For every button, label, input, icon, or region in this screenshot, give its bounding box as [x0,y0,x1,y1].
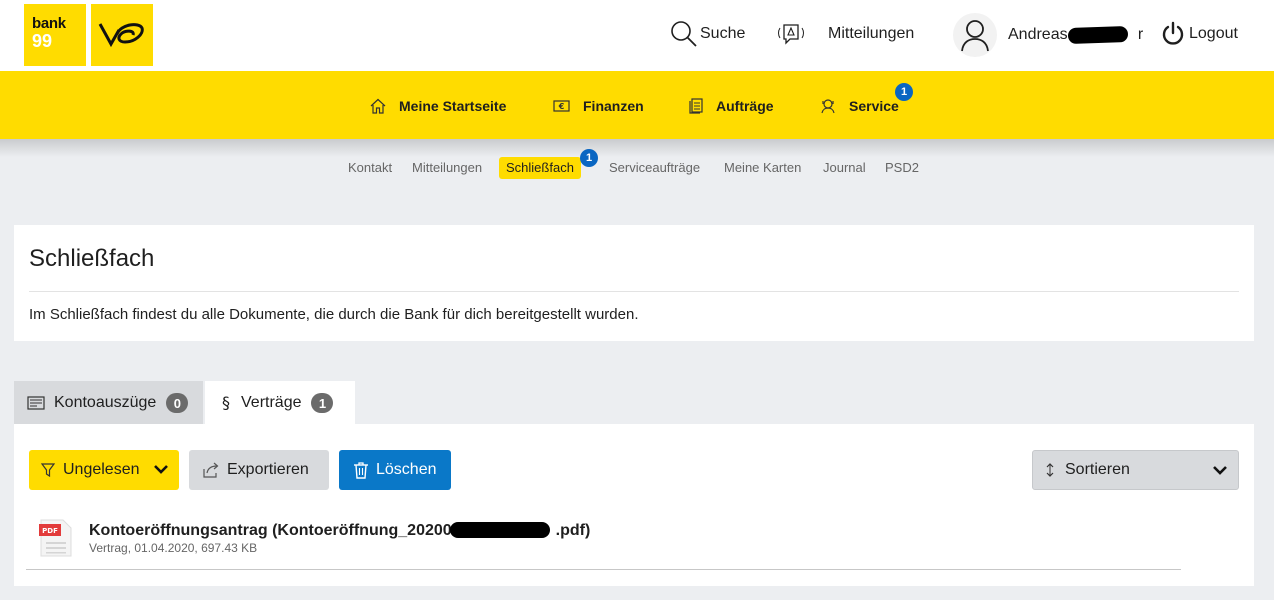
nav-label: Service [849,98,899,114]
bank-logo-text: bank [32,15,66,32]
redaction-mark [450,522,550,538]
filter-label: Ungelesen [63,461,140,478]
messages-button[interactable]: Mitteilungen [776,20,914,48]
nav-item-startseite[interactable]: Meine Startseite [370,95,506,117]
schliessfach-badge: 1 [580,149,598,167]
delete-label: Löschen [376,461,437,478]
user-icon [961,20,989,52]
filter-icon [41,463,55,477]
export-label: Exportieren [227,461,309,478]
home-icon [370,98,386,114]
nav-item-service[interactable]: Service [820,95,899,117]
sort-dropdown[interactable]: Sortieren [1032,450,1239,490]
divider [29,291,1239,292]
tab-label: Verträge [241,394,302,411]
document-title-end: .pdf) [555,522,591,539]
search-button[interactable]: Suche [670,20,745,48]
messages-label: Mitteilungen [828,25,915,42]
sort-label: Sortieren [1065,461,1130,478]
export-button[interactable]: Exportieren [189,450,329,490]
money-icon: € [553,100,570,112]
service-icon [821,99,835,114]
nav-label: Meine Startseite [399,98,507,114]
subnav-item-kontakt[interactable]: Kontakt [348,157,392,179]
trash-icon [354,461,368,479]
export-icon [203,462,219,478]
list-item[interactable]: PDF Kontoeröffnungsantrag (Kontoeröffnun… [26,516,1181,570]
page-description: Im Schließfach findest du alle Dokumente… [29,306,639,323]
logout-label: Logout [1189,25,1238,42]
main-navigation: Meine Startseite € Finanzen Aufträge Ser… [0,71,1274,139]
subnav-item-schliessfach[interactable]: Schließfach [499,157,581,179]
tab-vertraege[interactable]: § Verträge 1 [205,381,355,425]
chevron-down-icon [1213,466,1227,475]
nav-item-finanzen[interactable]: € Finanzen [553,95,644,117]
redaction-mark [1067,25,1129,45]
pdf-icon-label: PDF [42,527,58,535]
sort-icon [1046,463,1054,477]
subnav-item-serviceauftraege[interactable]: Serviceaufträge [609,157,700,179]
nav-label: Finanzen [583,98,644,114]
nav-item-auftraege[interactable]: Aufträge [689,95,774,117]
svg-text:€: € [558,102,565,111]
document-icon [689,98,703,114]
document-title-start: Kontoeröffnungsantrag (Kontoeröffnung_20… [89,522,452,539]
statement-icon [27,396,45,410]
subnav-item-journal[interactable]: Journal [823,157,866,179]
user-name-suffix: r [1137,26,1144,43]
documents-card: Ungelesen Exportieren Löschen Sortieren [14,424,1254,586]
subnav-item-psd2[interactable]: PSD2 [885,157,919,179]
delete-button[interactable]: Löschen [339,450,451,490]
subnav-item-mitteilungen[interactable]: Mitteilungen [412,157,482,179]
post-logo[interactable] [91,4,153,66]
nav-shadow [0,139,1274,157]
document-meta: Vertrag, 01.04.2020, 697.43 KB [89,541,258,555]
page-title: Schließfach [29,245,155,272]
filter-dropdown[interactable]: Ungelesen [29,450,179,490]
service-badge: 1 [895,83,913,101]
search-label: Suche [700,25,746,42]
chevron-down-icon [154,465,168,474]
subnav-item-meine-karten[interactable]: Meine Karten [724,157,801,179]
message-bell-icon [778,24,804,45]
sub-navigation: Kontakt Mitteilungen Schließfach Service… [0,157,1274,179]
user-name: Andreas Gr r [1008,25,1144,45]
power-icon [1162,21,1184,45]
search-icon [671,21,697,47]
bank-logo-number: 99 [32,31,53,51]
paragraph-icon: § [220,394,232,412]
logout-button[interactable]: Logout [1161,20,1238,48]
svg-text:§: § [222,394,230,412]
bank99-logo[interactable]: bank 99 [24,4,86,66]
tab-count-badge: 1 [311,393,334,413]
posthorn-icon [98,23,144,48]
nav-label: Aufträge [716,98,774,114]
tab-count-badge: 0 [166,393,189,413]
avatar [953,13,997,57]
user-menu[interactable]: Andreas Gr r [953,12,1143,58]
top-header: bank 99 Suche Mitteilungen Andreas Gr r … [0,0,1274,71]
tab-kontoauszuege[interactable]: Kontoauszüge 0 [14,381,203,425]
pdf-icon: PDF [39,519,72,557]
tab-label: Kontoauszüge [54,394,157,411]
intro-card: Schließfach Im Schließfach findest du al… [14,225,1254,341]
